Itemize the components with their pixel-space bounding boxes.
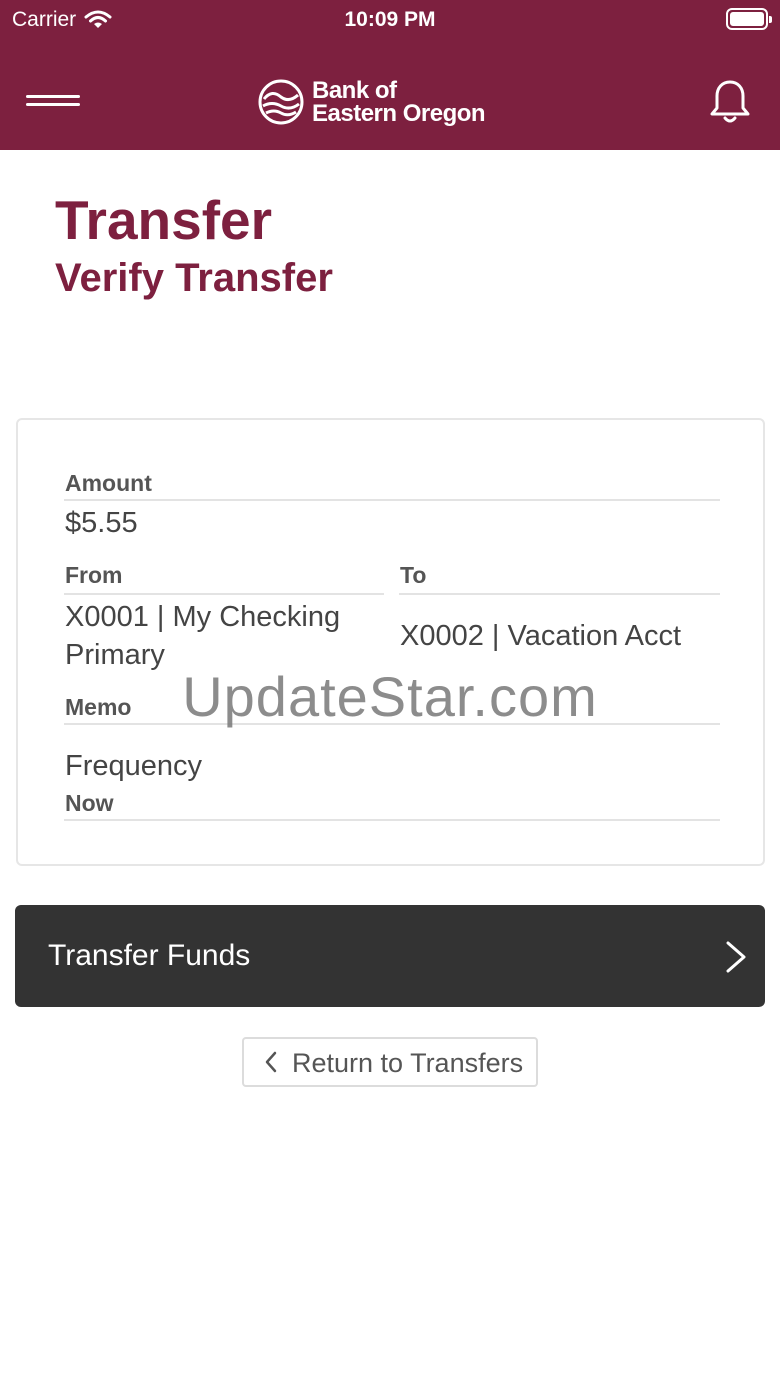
from-value-account: X0001 | My Checking [65,601,341,633]
bank-name-line1: Bank of [312,77,397,104]
to-value: X0002 | Vacation Acct [400,620,682,652]
return-to-transfers-label: Return to Transfers [292,1048,524,1078]
chevron-right-icon [726,941,746,973]
memo-divider [64,723,720,725]
memo-label: Memo [65,694,132,720]
status-bar: Carrier 10:09 PM [0,0,780,40]
frequency-label: Frequency [65,750,203,782]
transfer-details-card: Amount $5.55 From X0001 | My Checking Pr… [16,418,765,866]
bank-logo: Bank of Eastern Oregon [258,76,486,128]
frequency-divider [64,819,720,821]
amount-divider [64,499,720,501]
status-time: 10:09 PM [344,8,436,31]
app-header: Carrier 10:09 PM Bank of Eastern Oregon [0,0,780,150]
transfer-funds-label: Transfer Funds [48,939,251,972]
from-value-name: Primary [65,639,165,671]
to-divider [399,593,720,595]
page-subtitle: Verify Transfer [55,256,333,300]
return-to-transfers-button[interactable]: Return to Transfers [242,1037,538,1087]
from-divider [64,593,384,595]
battery-icon [726,8,772,30]
hamburger-menu-icon[interactable] [26,93,80,109]
to-label: To [400,562,427,588]
amount-value: $5.55 [65,507,138,539]
transfer-funds-button[interactable]: Transfer Funds [15,905,765,1007]
chevron-left-icon [265,1051,277,1073]
page-title: Transfer [55,189,273,251]
bell-icon[interactable] [706,78,754,126]
frequency-value: Now [65,790,114,816]
from-value: X0001 | My Checking Primary [65,598,340,674]
bank-logo-icon [258,79,304,125]
bank-name: Bank of Eastern Oregon [312,77,486,127]
amount-label: Amount [65,470,152,496]
from-label: From [65,562,123,588]
bank-name-line2: Eastern Oregon [312,100,486,127]
